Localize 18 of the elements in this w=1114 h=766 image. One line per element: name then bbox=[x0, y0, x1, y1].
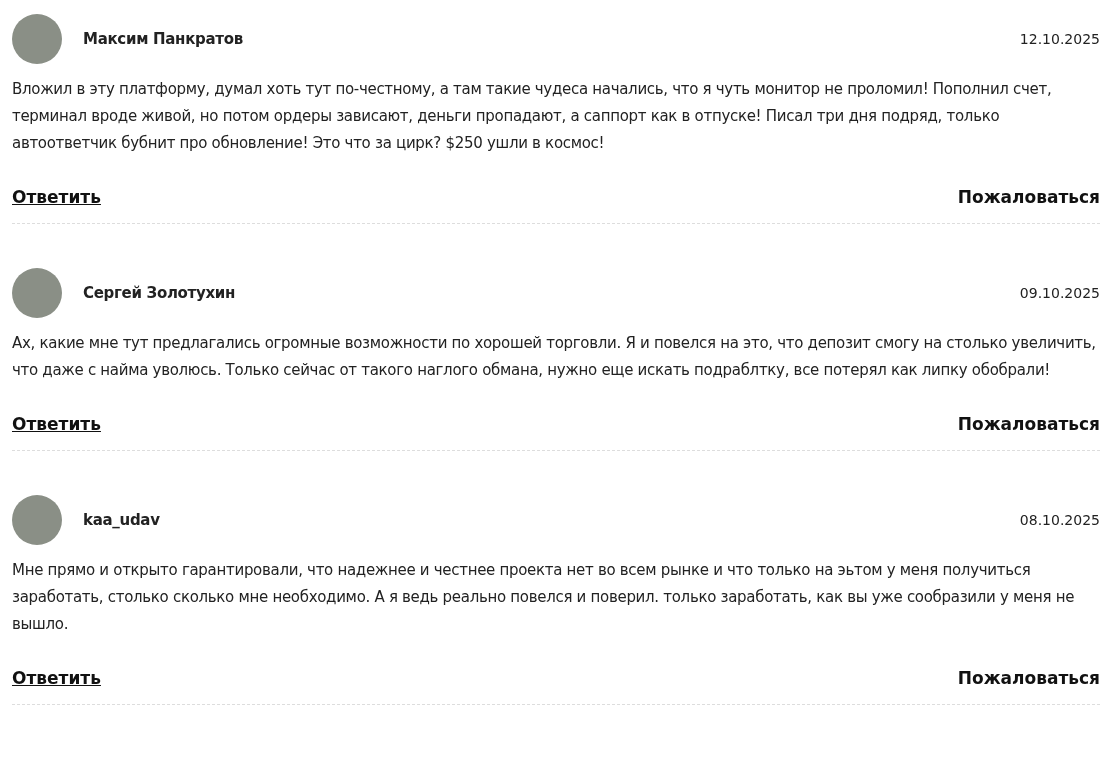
comment-date: 12.10.2025 bbox=[1019, 31, 1100, 47]
author-name: Сергей Золотухин bbox=[83, 284, 237, 302]
avatar-placeholder bbox=[12, 268, 62, 318]
report-link[interactable]: Пожаловаться bbox=[957, 187, 1100, 207]
author-name: Максим Панкратов bbox=[83, 30, 244, 48]
reply-link[interactable]: Ответить bbox=[12, 187, 101, 207]
author-name: kaa_udav bbox=[83, 511, 161, 529]
reply-link[interactable]: Ответить bbox=[12, 668, 101, 688]
comment-text: Ах, какие мне тут предлагались огромные возможности по хорошей торговли. Я и повелся на это, что депозит смогу на столько увеличить, что даже с найма уволюсь. Только сейчас от такого наглого обмана, нужно еще искать подраблтку, все потерял как липку обобрали! bbox=[12, 333, 1097, 381]
report-link[interactable]: Пожаловаться bbox=[957, 668, 1100, 688]
comment-date: 09.10.2025 bbox=[1019, 285, 1100, 301]
report-link[interactable]: Пожаловаться bbox=[957, 414, 1100, 434]
comment-date: 08.10.2025 bbox=[1019, 512, 1100, 528]
comment-text: Вложил в эту платформу, думал хоть тут по-честному, а там такие чудеса начались, что я чуть монитор не проломил! Пополнил счет, терминал вроде живой, но потом ордеры зависают, деньги пропадают, а саппорт как в отпуске! Писал три дня подряд, только автоответчик бубнит про обновление! Это что за цирк? $250 ушли в космос! bbox=[12, 79, 1053, 154]
comment-text: Мне прямо и открыто гарантировали, что надежнее и честнее проекта нет во всем рынке и что только на эьтом у меня получиться заработать, столько сколько мне необходимо. А я ведь реально повелся и поверил. только заработать, как вы уже сообразили у меня не вышло. bbox=[12, 560, 1076, 635]
avatar-placeholder bbox=[12, 14, 62, 64]
reply-link[interactable]: Ответить bbox=[12, 414, 101, 434]
avatar-placeholder bbox=[12, 495, 62, 545]
